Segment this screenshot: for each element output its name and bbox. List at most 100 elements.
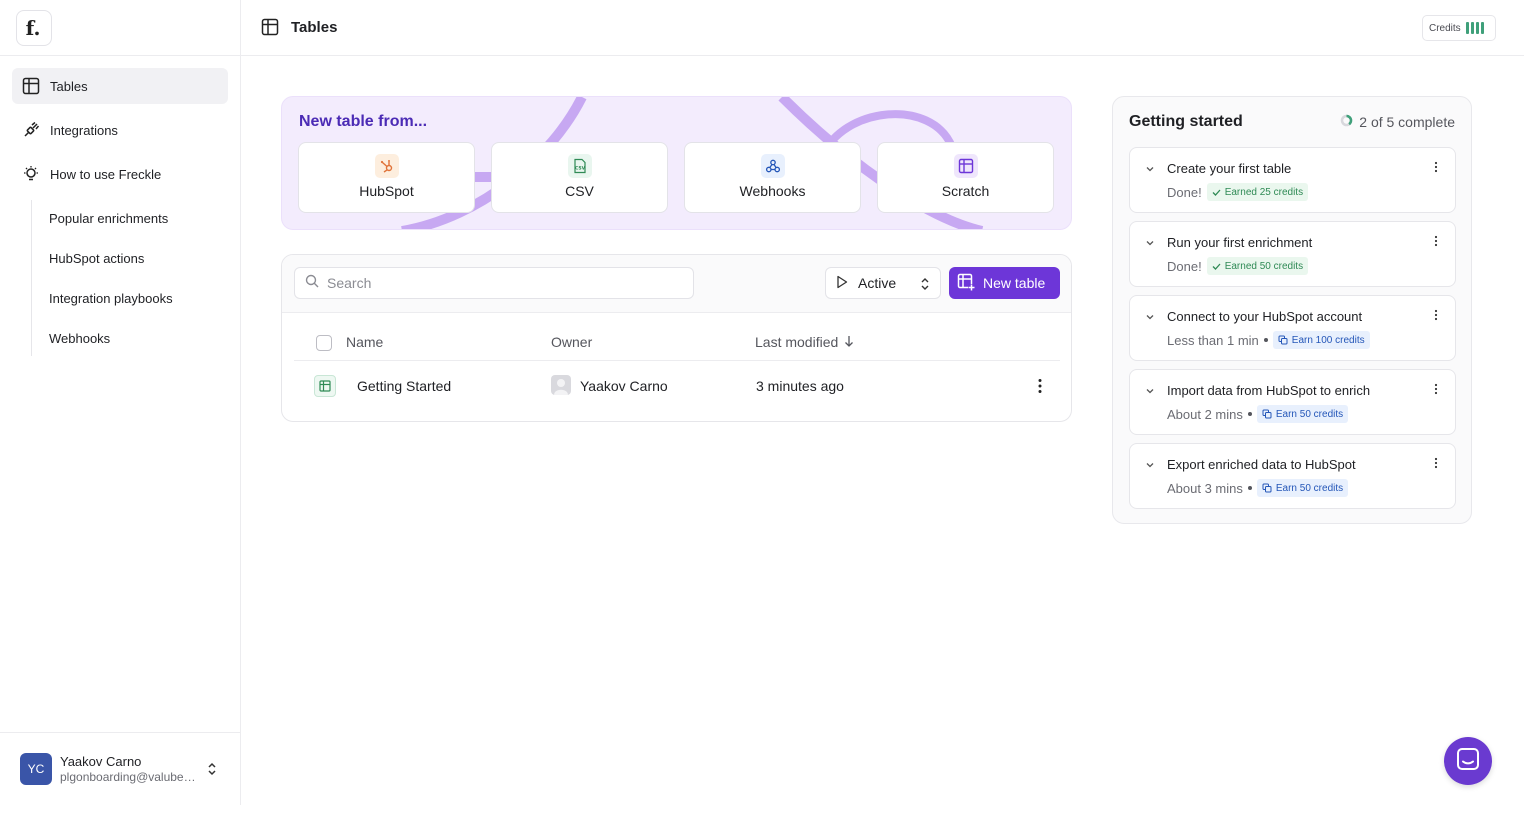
- step-meta: Done! Earned 25 credits: [1167, 183, 1309, 201]
- more-vertical-icon[interactable]: [1032, 377, 1048, 395]
- chat-launcher-button[interactable]: [1444, 737, 1492, 785]
- sidebar-item-how-to[interactable]: How to use Freckle: [12, 156, 228, 192]
- sidebar-bottom-divider: [0, 732, 241, 733]
- sidebar: f. Tables Integrations How to use Freckl…: [0, 0, 241, 805]
- column-header-owner[interactable]: Owner: [551, 334, 592, 350]
- step-create-table[interactable]: Create your first table Done! Earned 25 …: [1129, 147, 1456, 213]
- tables-toolbar: Active New table: [282, 255, 1071, 313]
- new-table-label: New table: [983, 275, 1046, 291]
- status-filter-select[interactable]: Active: [825, 267, 941, 299]
- getting-started-panel: Getting started 2 of 5 complete Create y…: [1112, 96, 1472, 524]
- table-row[interactable]: Getting Started Yaakov Carno 3 minutes a…: [294, 362, 1060, 410]
- step-title: Export enriched data to HubSpot: [1167, 457, 1356, 472]
- csv-icon: CSV: [567, 154, 592, 178]
- sidebar-subitem-popular-enrichments[interactable]: Popular enrichments: [49, 211, 168, 226]
- step-meta: Less than 1 min Earn 100 credits: [1167, 331, 1370, 349]
- credits-bars: [1465, 22, 1484, 34]
- step-title: Create your first table: [1167, 161, 1292, 176]
- more-vertical-icon[interactable]: [1431, 234, 1441, 253]
- table-icon: [22, 77, 40, 95]
- check-icon: [1212, 189, 1221, 196]
- sidebar-item-label: How to use Freckle: [50, 166, 162, 182]
- status-badge: Earned 50 credits: [1206, 257, 1309, 275]
- separator-dot: [1263, 338, 1268, 342]
- table-last-modified: 3 minutes ago: [756, 378, 844, 394]
- reward-badge: Earn 50 credits: [1256, 405, 1349, 423]
- source-card-scratch[interactable]: Scratch: [877, 142, 1054, 213]
- credits-indicator[interactable]: Credits: [1422, 15, 1496, 41]
- chevron-down-icon[interactable]: [1144, 384, 1156, 402]
- more-vertical-icon[interactable]: [1431, 456, 1441, 475]
- step-meta: Done! Earned 50 credits: [1167, 257, 1309, 275]
- more-vertical-icon[interactable]: [1431, 308, 1441, 327]
- source-label: Webhooks: [739, 183, 806, 199]
- step-meta: About 2 mins Earn 50 credits: [1167, 405, 1349, 423]
- sidebar-item-integrations[interactable]: Integrations: [12, 112, 228, 148]
- badge-text: Earned 50 credits: [1224, 260, 1304, 272]
- step-status: Done!: [1167, 184, 1202, 200]
- search-box[interactable]: [294, 267, 694, 299]
- step-export-hubspot[interactable]: Export enriched data to HubSpot About 3 …: [1129, 443, 1456, 509]
- chevron-down-icon[interactable]: [1144, 236, 1156, 254]
- freckle-logo[interactable]: f.: [16, 10, 52, 46]
- step-title: Connect to your HubSpot account: [1167, 309, 1363, 324]
- column-header-last-modified[interactable]: Last modified: [755, 334, 854, 350]
- more-vertical-icon[interactable]: [1431, 160, 1441, 179]
- table-owner: Yaakov Carno: [580, 378, 668, 394]
- reward-badge: Earn 100 credits: [1272, 331, 1370, 349]
- play-icon: [836, 275, 848, 292]
- chevron-down-icon[interactable]: [1144, 310, 1156, 328]
- table-add-icon: [957, 273, 975, 294]
- sidebar-item-tables[interactable]: Tables: [12, 68, 228, 104]
- step-run-enrichment[interactable]: Run your first enrichment Done! Earned 5…: [1129, 221, 1456, 287]
- sidebar-subitem-webhooks[interactable]: Webhooks: [49, 331, 110, 346]
- page-title: Tables: [291, 19, 338, 36]
- credits-label: Credits: [1429, 22, 1461, 34]
- source-card-webhooks[interactable]: Webhooks: [684, 142, 861, 213]
- column-header-name[interactable]: Name: [346, 334, 383, 350]
- getting-started-title: Getting started: [1129, 113, 1243, 130]
- chevron-down-icon[interactable]: [1144, 458, 1156, 476]
- step-status: Done!: [1167, 258, 1202, 274]
- badge-text: Earn 50 credits: [1275, 482, 1344, 494]
- search-input[interactable]: [327, 275, 687, 291]
- search-icon: [305, 274, 319, 293]
- table-icon: [314, 375, 336, 397]
- step-meta: About 3 mins Earn 50 credits: [1167, 479, 1349, 497]
- badge-text: Earn 50 credits: [1275, 408, 1344, 420]
- table-icon: [261, 18, 279, 41]
- chevron-up-down-icon[interactable]: [204, 761, 220, 777]
- source-label: CSV: [565, 183, 594, 199]
- select-all-checkbox[interactable]: [316, 335, 332, 351]
- webhook-icon: [760, 154, 785, 178]
- sidebar-item-label: Integrations: [50, 122, 118, 138]
- source-card-csv[interactable]: CSV CSV: [491, 142, 668, 213]
- column-header-label: Last modified: [755, 334, 839, 350]
- sidebar-subitem-integration-playbooks[interactable]: Integration playbooks: [49, 291, 173, 306]
- sidebar-subitem-hubspot-actions[interactable]: HubSpot actions: [49, 251, 144, 266]
- svg-text:CSV: CSV: [574, 166, 585, 172]
- new-table-button[interactable]: New table: [949, 267, 1060, 299]
- separator-dot: [1247, 412, 1252, 416]
- user-name: Yaakov Carno: [60, 754, 142, 769]
- sidebar-item-label: Tables: [50, 78, 88, 94]
- hubspot-icon: [374, 154, 399, 178]
- source-card-hubspot[interactable]: HubSpot: [298, 142, 475, 213]
- badge-text: Earned 25 credits: [1224, 186, 1304, 198]
- table-name[interactable]: Getting Started: [357, 378, 451, 394]
- new-table-from-title: New table from...: [299, 113, 428, 130]
- step-connect-hubspot[interactable]: Connect to your HubSpot account Less tha…: [1129, 295, 1456, 361]
- status-badge: Earned 25 credits: [1206, 183, 1309, 201]
- tables-panel: Active New table Name Owner Last modifie…: [281, 254, 1072, 422]
- check-icon: [1212, 263, 1221, 270]
- chevron-down-icon[interactable]: [1144, 162, 1156, 180]
- step-status: About 2 mins: [1167, 406, 1243, 422]
- step-import-hubspot[interactable]: Import data from HubSpot to enrich About…: [1129, 369, 1456, 435]
- avatar[interactable]: YC: [20, 753, 52, 785]
- badge-text: Earn 100 credits: [1291, 334, 1365, 346]
- table-icon: [953, 154, 978, 178]
- more-vertical-icon[interactable]: [1431, 382, 1441, 401]
- chevron-up-down-icon: [918, 276, 932, 295]
- logo-text: f.: [25, 16, 41, 40]
- arrow-down-icon: [844, 334, 854, 350]
